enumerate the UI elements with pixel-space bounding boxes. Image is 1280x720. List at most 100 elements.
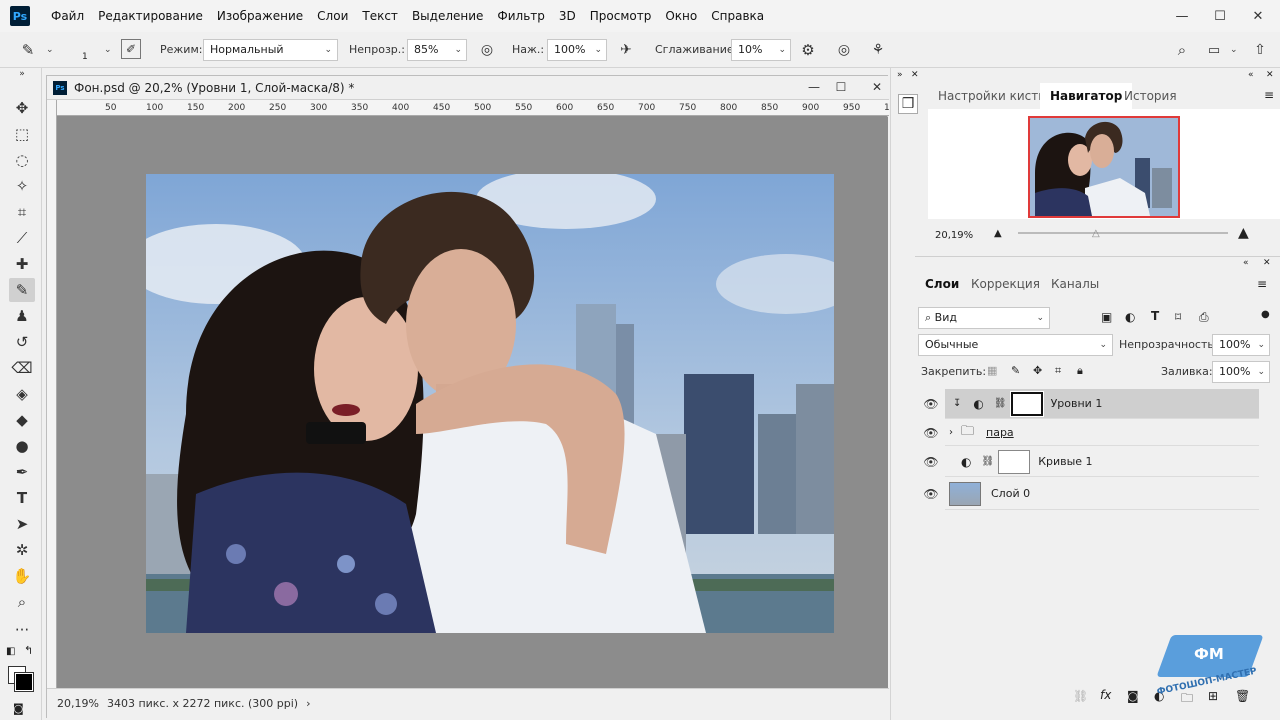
- chain-link-icon[interactable]: ⛓: [994, 398, 1007, 409]
- eyedropper-tool-icon[interactable]: ⟋: [9, 226, 35, 250]
- zoom-slider-handle[interactable]: △: [1092, 228, 1100, 239]
- layer-name[interactable]: Слой 0: [991, 487, 1030, 500]
- collapse-toolbar-icon[interactable]: »: [9, 68, 35, 80]
- link-layers-icon[interactable]: ⛓: [1073, 689, 1088, 703]
- eye-icon[interactable]: 👁︎: [923, 396, 939, 412]
- pen-tool-icon[interactable]: ✒: [9, 460, 35, 484]
- minimize-button[interactable]: —: [1170, 6, 1194, 26]
- eye-icon[interactable]: 👁︎: [923, 486, 939, 502]
- navigator-zoom-value[interactable]: 20,19%: [935, 230, 973, 241]
- search-icon[interactable]: ⌕: [1172, 40, 1192, 60]
- lock-position-icon[interactable]: ✥: [1033, 364, 1042, 377]
- add-mask-icon[interactable]: ◙: [1127, 689, 1139, 703]
- close-button[interactable]: ✕: [1246, 6, 1270, 26]
- layer-name[interactable]: Уровни 1: [1051, 397, 1103, 410]
- brush-preset-caret-icon[interactable]: ⌄: [46, 45, 54, 55]
- filter-adjustment-icon[interactable]: ◐: [1125, 310, 1135, 324]
- menu-image[interactable]: Изображение: [210, 0, 310, 32]
- menu-file[interactable]: Файл: [44, 0, 91, 32]
- chain-link-icon[interactable]: ⛓: [981, 456, 994, 467]
- fx-icon[interactable]: fx: [1100, 688, 1111, 702]
- stamp-tool-icon[interactable]: ♟: [9, 304, 35, 328]
- lock-transparency-icon[interactable]: ▦: [987, 364, 997, 377]
- brush-preset-icon[interactable]: ✎: [18, 40, 38, 60]
- hand-tool-icon[interactable]: ✋: [9, 564, 35, 588]
- menu-filter[interactable]: Фильтр: [490, 0, 551, 32]
- eraser-tool-icon[interactable]: ⌫: [9, 356, 35, 380]
- blur-tool-icon[interactable]: ◆: [9, 408, 35, 432]
- quick-select-tool-icon[interactable]: ✧: [9, 174, 35, 198]
- filter-type-icon[interactable]: T: [1151, 309, 1159, 323]
- status-zoom[interactable]: 20,19%: [57, 697, 99, 710]
- lock-all-icon[interactable]: 🔒︎: [1077, 364, 1083, 378]
- brush-size-caret-icon[interactable]: ⌄: [104, 45, 112, 55]
- layers-collapse-icon[interactable]: «: [1243, 258, 1249, 268]
- brush-tool-icon[interactable]: ✎: [9, 278, 35, 302]
- blend-mode-select[interactable]: Обычные ⌄: [918, 334, 1113, 356]
- crop-tool-icon[interactable]: ⌗: [9, 200, 35, 224]
- 3d-panel-icon[interactable]: ❒: [898, 94, 918, 114]
- nav-close-icon[interactable]: ✕: [1266, 70, 1274, 80]
- menu-text[interactable]: Текст: [355, 0, 405, 32]
- menu-window[interactable]: Окно: [658, 0, 704, 32]
- quick-mask-icon[interactable]: ◙: [13, 702, 24, 715]
- symmetry-icon[interactable]: ⚘: [868, 40, 888, 60]
- layer-row[interactable]: 👁︎ ◐ ⛓ Кривые 1: [923, 447, 1259, 477]
- mode-select[interactable]: Нормальный ⌄: [203, 39, 338, 61]
- layer-mask-thumb[interactable]: [998, 449, 1031, 474]
- history-brush-tool-icon[interactable]: ↺: [9, 330, 35, 354]
- airbrush-icon[interactable]: ✈: [616, 40, 636, 60]
- zoom-in-icon[interactable]: ▲: [1238, 225, 1249, 241]
- gear-icon[interactable]: ⚙: [798, 40, 818, 60]
- filter-shape-icon[interactable]: ⌑: [1175, 310, 1181, 324]
- zoom-tool-icon[interactable]: ⌕: [9, 590, 35, 614]
- filter-pixel-icon[interactable]: ▣: [1101, 310, 1112, 324]
- pressure-size-icon[interactable]: ◎: [834, 40, 854, 60]
- healing-tool-icon[interactable]: ✚: [9, 252, 35, 276]
- tab-adjustments[interactable]: Коррекция: [961, 271, 1050, 297]
- smoothing-input[interactable]: 10% ⌄: [731, 39, 791, 61]
- menu-help[interactable]: Справка: [704, 0, 771, 32]
- menu-3d[interactable]: 3D: [552, 0, 583, 32]
- brush-settings-icon[interactable]: ✐: [121, 39, 141, 59]
- layer-row[interactable]: 👁︎ ↧ ◐ ⛓ Уровни 1: [923, 389, 1259, 419]
- collapse-arrows-icon[interactable]: »: [897, 70, 903, 80]
- layer-thumbnail[interactable]: [949, 481, 981, 506]
- layer-row[interactable]: 👁︎ Слой 0: [923, 478, 1259, 510]
- foreground-color-swatch[interactable]: [14, 672, 34, 692]
- type-tool-icon[interactable]: T: [9, 486, 35, 510]
- eye-icon[interactable]: 👁︎: [923, 425, 939, 441]
- chevron-right-icon[interactable]: ›: [949, 427, 953, 438]
- navigator-thumbnail[interactable]: [1028, 116, 1180, 218]
- move-tool-icon[interactable]: ✥: [9, 96, 35, 120]
- lasso-tool-icon[interactable]: ◌: [9, 148, 35, 172]
- panel-menu-icon[interactable]: ≡: [1264, 88, 1274, 102]
- nav-collapse-icon[interactable]: «: [1248, 70, 1254, 80]
- menu-edit[interactable]: Редактирование: [91, 0, 210, 32]
- tab-history[interactable]: История: [1114, 83, 1187, 109]
- zoom-slider-track[interactable]: [1018, 232, 1228, 234]
- maximize-button[interactable]: ☐: [1208, 6, 1232, 26]
- layer-mask-thumb[interactable]: [1009, 390, 1044, 417]
- more-tools-icon[interactable]: ···: [9, 618, 35, 642]
- menu-view[interactable]: Просмотр: [583, 0, 659, 32]
- paint-bucket-tool-icon[interactable]: ◈: [9, 382, 35, 406]
- default-colors-icon[interactable]: ◧: [6, 646, 15, 657]
- doc-minimize-button[interactable]: —: [806, 79, 822, 95]
- flow-input[interactable]: 100% ⌄: [547, 39, 607, 61]
- dodge-tool-icon[interactable]: ●: [9, 434, 35, 458]
- share-icon[interactable]: ⇧: [1250, 40, 1270, 60]
- layer-name[interactable]: Кривые 1: [1038, 455, 1092, 468]
- menu-select[interactable]: Выделение: [405, 0, 490, 32]
- filter-smart-object-icon[interactable]: ⎙: [1199, 310, 1209, 325]
- path-select-tool-icon[interactable]: ➤: [9, 512, 35, 536]
- layer-row[interactable]: 👁︎ › 🗀 пара: [923, 420, 1259, 446]
- menu-layers[interactable]: Слои: [310, 0, 355, 32]
- layers-close-icon[interactable]: ✕: [1263, 258, 1271, 268]
- canvas-area[interactable]: [58, 117, 888, 689]
- workspace-icon[interactable]: ▭: [1204, 40, 1224, 60]
- pressure-opacity-icon[interactable]: ◎: [477, 40, 497, 60]
- swap-colors-icon[interactable]: ↰: [24, 644, 33, 657]
- lock-pixels-icon[interactable]: ✎: [1011, 364, 1020, 377]
- panel-menu-icon[interactable]: ≡: [1257, 277, 1267, 291]
